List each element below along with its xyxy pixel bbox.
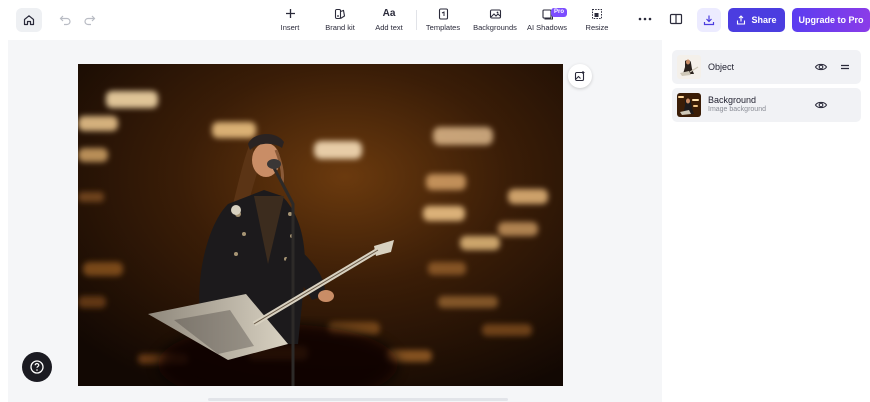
redo-button[interactable] <box>81 11 97 27</box>
templates-tool[interactable]: Templates <box>424 6 462 36</box>
eye-icon <box>814 63 828 71</box>
layer-background-subtitle: Image background <box>708 106 766 113</box>
layer-object-drag-handle[interactable] <box>838 60 852 74</box>
backgrounds-label: Backgrounds <box>473 23 517 32</box>
download-icon <box>703 15 715 26</box>
toolbar-divider <box>416 10 417 30</box>
panel-icon <box>669 13 683 25</box>
top-toolbar: Insert Brand kit Aa Add text Templates B… <box>0 0 870 40</box>
layer-background-name: Background <box>708 95 757 105</box>
help-button[interactable] <box>22 352 52 382</box>
layers-panel-toggle[interactable] <box>669 12 685 28</box>
insert-tool[interactable]: Insert <box>274 6 306 36</box>
plus-icon <box>285 9 295 18</box>
undo-button[interactable] <box>57 11 73 27</box>
layers-panel: Object Background Image background <box>662 40 870 402</box>
eye-icon <box>814 101 828 109</box>
resize-tool[interactable]: Resize <box>582 6 612 36</box>
backgrounds-tool[interactable]: Backgrounds <box>472 6 518 36</box>
horizontal-scrollbar[interactable] <box>208 398 508 401</box>
question-icon <box>30 360 44 374</box>
drag-handle-icon <box>841 64 849 70</box>
pro-badge: Pro <box>551 8 568 17</box>
insert-label: Insert <box>280 23 300 32</box>
undo-icon <box>59 15 71 25</box>
layer-object-name: Object <box>708 62 735 72</box>
more-horizontal-icon <box>638 17 652 21</box>
canvas-image[interactable] <box>78 64 563 386</box>
layer-background-visibility-toggle[interactable] <box>814 98 828 112</box>
share-label: Share <box>751 15 777 25</box>
layer-object[interactable]: Object <box>672 50 861 84</box>
editor-canvas <box>8 40 662 402</box>
text-icon: Aa <box>382 8 396 19</box>
redo-icon <box>83 15 95 25</box>
layer-object-thumbnail <box>677 55 701 79</box>
layer-background[interactable]: Background Image background <box>672 88 861 122</box>
share-button[interactable]: Share <box>728 8 785 32</box>
upgrade-label: Upgrade to Pro <box>798 15 864 25</box>
templates-label: Templates <box>425 23 461 32</box>
upgrade-button[interactable]: Upgrade to Pro <box>792 8 870 32</box>
backgrounds-icon <box>489 8 501 19</box>
brand-kit-icon <box>334 8 346 19</box>
resize-icon <box>592 8 602 19</box>
home-icon <box>23 15 35 26</box>
guitarist-photo <box>78 64 563 386</box>
add-text-label: Add text <box>375 23 403 32</box>
home-button[interactable] <box>16 8 42 32</box>
replace-background-button[interactable] <box>568 64 592 88</box>
share-icon <box>737 15 746 25</box>
templates-icon <box>438 7 448 20</box>
layer-object-visibility-toggle[interactable] <box>814 60 828 74</box>
add-text-tool[interactable]: Aa Add text <box>372 6 406 36</box>
brand-kit-tool[interactable]: Brand kit <box>322 6 358 36</box>
layer-background-thumbnail <box>677 93 701 117</box>
resize-label: Resize <box>585 23 609 32</box>
brand-kit-label: Brand kit <box>325 23 355 32</box>
more-options-button[interactable] <box>636 12 654 26</box>
image-edit-icon <box>574 71 585 82</box>
download-button[interactable] <box>697 8 721 32</box>
ai-shadows-label: AI Shadows <box>526 23 568 32</box>
